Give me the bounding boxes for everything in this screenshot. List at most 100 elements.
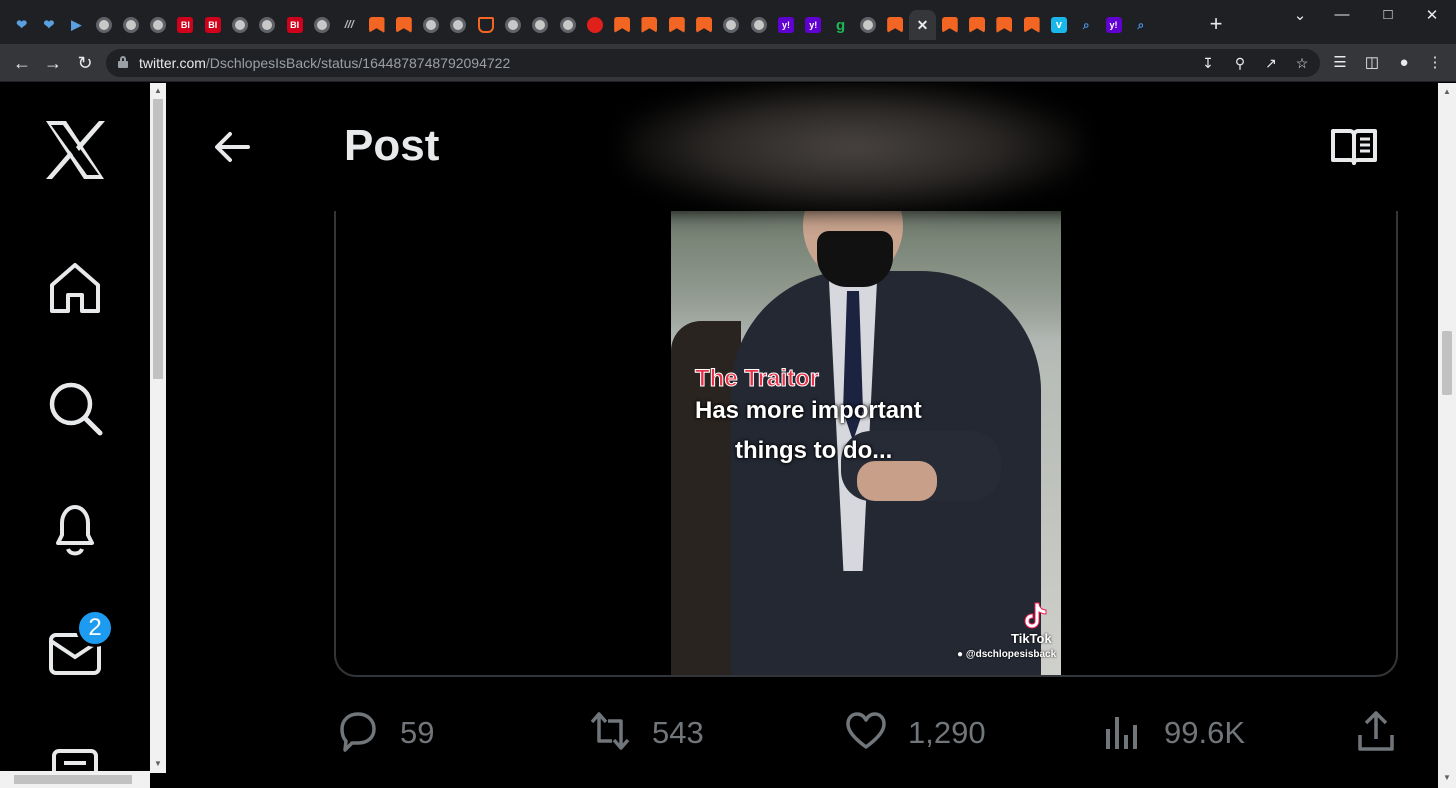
video-caption-title: The Traitor bbox=[694, 365, 820, 393]
tab[interactable] bbox=[882, 10, 909, 40]
share-post-button[interactable] bbox=[1354, 703, 1398, 763]
tab[interactable] bbox=[609, 10, 636, 40]
views-button[interactable]: 99.6K bbox=[1100, 703, 1245, 763]
tab[interactable]: y! bbox=[800, 10, 827, 40]
sidebar-horizontal-scrollbar[interactable] bbox=[0, 771, 150, 788]
tab[interactable] bbox=[363, 10, 390, 40]
tab[interactable]: ⌕ bbox=[1073, 10, 1100, 40]
back-arrow-icon[interactable] bbox=[212, 127, 252, 167]
reply-button[interactable]: 59 bbox=[336, 703, 434, 763]
tab[interactable] bbox=[963, 10, 990, 40]
globe-icon bbox=[313, 17, 330, 33]
tiktok-logo-icon bbox=[1021, 601, 1047, 629]
zoom-icon[interactable]: ⚲ bbox=[1230, 53, 1250, 73]
tab[interactable]: y! bbox=[1100, 10, 1127, 40]
tab[interactable] bbox=[554, 10, 581, 40]
tab[interactable]: y! bbox=[772, 10, 799, 40]
page-vertical-scrollbar[interactable]: ▲ ▼ bbox=[1438, 83, 1456, 788]
url-text[interactable]: twitter.com/DschlopesIsBack/status/16448… bbox=[139, 55, 510, 71]
bookmark-icon bbox=[368, 17, 385, 33]
scrollbar-thumb[interactable] bbox=[14, 775, 132, 784]
tab-list: ❤ ❤ ▶ BI BI BI /// y! y! g ✕ v ⌕ y! ⌕ bbox=[8, 10, 1154, 40]
globe-icon bbox=[450, 17, 467, 33]
lock-icon[interactable] bbox=[118, 56, 128, 68]
tab[interactable] bbox=[690, 10, 717, 40]
like-count: 1,290 bbox=[908, 715, 986, 750]
browser-menu-icon[interactable]: ⋮ bbox=[1424, 52, 1446, 74]
reading-list-icon[interactable]: ☰ bbox=[1329, 52, 1351, 74]
close-window-button[interactable]: ✕ bbox=[1412, 6, 1452, 24]
tab[interactable] bbox=[1018, 10, 1045, 40]
install-app-icon[interactable]: ↧ bbox=[1198, 53, 1218, 73]
tab[interactable] bbox=[144, 10, 171, 40]
back-nav-button[interactable]: ← bbox=[10, 51, 34, 75]
home-icon[interactable] bbox=[44, 257, 106, 319]
repost-button[interactable]: 543 bbox=[588, 703, 704, 763]
forward-nav-button[interactable]: → bbox=[41, 51, 65, 75]
tab[interactable]: /// bbox=[336, 10, 363, 40]
tab[interactable] bbox=[936, 10, 963, 40]
close-icon[interactable]: ✕ bbox=[914, 17, 930, 33]
scroll-up-arrow-icon[interactable]: ▲ bbox=[154, 86, 162, 95]
scroll-down-arrow-icon[interactable]: ▼ bbox=[1443, 773, 1451, 782]
bookmark-star-icon[interactable]: ☆ bbox=[1292, 53, 1312, 73]
tab[interactable] bbox=[445, 10, 472, 40]
x-logo-icon[interactable] bbox=[44, 119, 106, 181]
address-bar[interactable]: twitter.com/DschlopesIsBack/status/16448… bbox=[106, 49, 1320, 77]
tab-search-chevron-icon[interactable]: ⌄ bbox=[1280, 6, 1320, 24]
search-icon: ⌕ bbox=[1082, 17, 1090, 32]
tab[interactable] bbox=[718, 10, 745, 40]
profile-avatar-icon[interactable]: ● bbox=[1393, 52, 1415, 74]
tab[interactable]: ▶ bbox=[63, 10, 90, 40]
tab[interactable]: v bbox=[1045, 10, 1072, 40]
tab[interactable] bbox=[90, 10, 117, 40]
tab[interactable] bbox=[390, 10, 417, 40]
tab[interactable]: g bbox=[827, 10, 854, 40]
tab[interactable]: BI bbox=[199, 10, 226, 40]
tab[interactable] bbox=[991, 10, 1018, 40]
tab[interactable] bbox=[854, 10, 881, 40]
minimize-button[interactable]: — bbox=[1322, 6, 1362, 23]
tab[interactable]: BI bbox=[172, 10, 199, 40]
sidebar-vertical-scrollbar[interactable]: ▲ ▼ bbox=[150, 83, 166, 773]
tab[interactable] bbox=[417, 10, 444, 40]
reload-button[interactable]: ↻ bbox=[73, 51, 97, 75]
tab[interactable] bbox=[226, 10, 253, 40]
arrow-icon: ▶ bbox=[71, 17, 82, 32]
tab[interactable] bbox=[581, 10, 608, 40]
tab[interactable] bbox=[254, 10, 281, 40]
tab[interactable] bbox=[308, 10, 335, 40]
yahoo-icon: y! bbox=[1105, 17, 1122, 33]
tab[interactable] bbox=[499, 10, 526, 40]
scrollbar-thumb[interactable] bbox=[1442, 331, 1452, 395]
search-icon: ⌕ bbox=[1137, 17, 1145, 32]
tab[interactable]: BI bbox=[281, 10, 308, 40]
scroll-down-arrow-icon[interactable]: ▼ bbox=[154, 759, 162, 768]
new-tab-button[interactable]: + bbox=[1204, 12, 1228, 36]
maximize-button[interactable]: □ bbox=[1368, 6, 1408, 23]
globe-icon bbox=[723, 17, 740, 33]
tab[interactable] bbox=[117, 10, 144, 40]
tab[interactable] bbox=[527, 10, 554, 40]
tab-active[interactable]: ✕ bbox=[908, 10, 937, 40]
video-player[interactable]: The Traitor Has more important things to… bbox=[671, 211, 1061, 675]
notifications-bell-icon[interactable] bbox=[44, 499, 106, 561]
like-button[interactable]: 1,290 bbox=[844, 703, 986, 763]
views-count: 99.6K bbox=[1164, 715, 1246, 750]
share-icon[interactable]: ↗ bbox=[1261, 53, 1281, 73]
tab[interactable] bbox=[745, 10, 772, 40]
tab[interactable] bbox=[636, 10, 663, 40]
tab[interactable] bbox=[472, 10, 499, 40]
red-pin-icon bbox=[586, 17, 603, 33]
tab[interactable]: ❤ bbox=[35, 10, 62, 40]
side-nav: 2 bbox=[0, 83, 150, 788]
scrollbar-thumb[interactable] bbox=[153, 99, 163, 379]
scroll-up-arrow-icon[interactable]: ▲ bbox=[1443, 87, 1451, 96]
side-panel-icon[interactable]: ◫ bbox=[1361, 52, 1383, 74]
tab[interactable] bbox=[663, 10, 690, 40]
tab[interactable]: ❤ bbox=[8, 10, 35, 40]
tab[interactable]: ⌕ bbox=[1127, 10, 1154, 40]
reader-mode-book-icon[interactable] bbox=[1330, 127, 1378, 167]
video-caption-line1: Has more important bbox=[695, 397, 922, 424]
search-icon[interactable] bbox=[44, 377, 106, 439]
